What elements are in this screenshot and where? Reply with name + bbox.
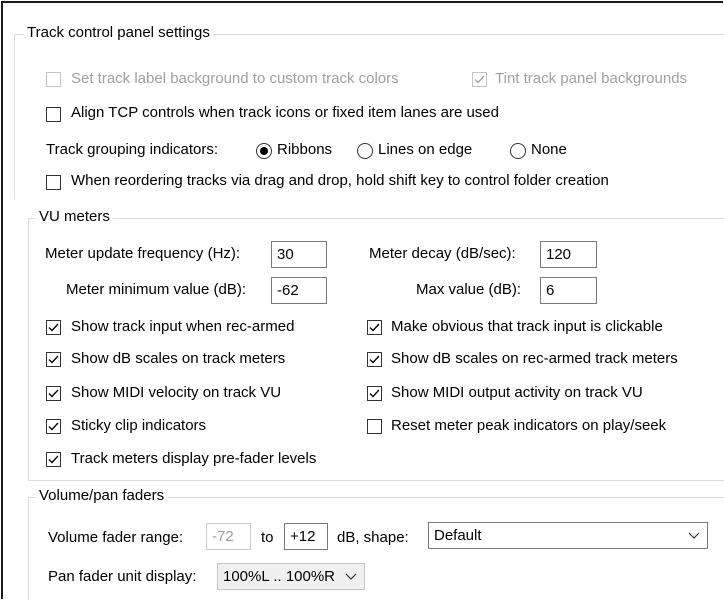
reorder-checkbox[interactable]: [46, 175, 61, 190]
decay-label: Meter decay (dB/sec):: [369, 245, 516, 262]
max-value-label: Max value (dB):: [416, 281, 522, 298]
vu-group-border-left: [28, 218, 29, 480]
max-value-input[interactable]: 6: [540, 277, 597, 304]
midi-output-label: Show MIDI output activity on track VU: [391, 384, 643, 401]
show-input-label: Show track input when rec-armed: [71, 318, 295, 335]
grouping-label: Track grouping indicators:: [46, 141, 219, 158]
decay-input[interactable]: 120: [540, 241, 597, 268]
db-scales-rec-checkbox[interactable]: [367, 352, 382, 367]
vol-group-title: Volume/pan faders: [36, 487, 168, 504]
tint-backgrounds-label: Tint track panel backgrounds: [495, 70, 688, 87]
midi-velocity-checkbox[interactable]: [46, 386, 61, 401]
pan-dropdown[interactable]: 100%L .. 100%R: [217, 563, 365, 590]
midi-velocity-label: Show MIDI velocity on track VU: [71, 384, 282, 401]
custom-colors-label: Set track label background to custom tra…: [71, 70, 399, 87]
chevron-down-icon: [688, 532, 700, 539]
db-scales-label: Show dB scales on track meters: [71, 350, 286, 367]
custom-colors-checkbox[interactable]: [46, 72, 61, 87]
checkmark-icon: [48, 422, 59, 431]
align-controls-label: Align TCP controls when track icons or f…: [71, 104, 499, 121]
align-controls-checkbox[interactable]: [46, 107, 61, 122]
range-label: Volume fader range:: [48, 529, 184, 546]
grouping-lines-label: Lines on edge: [378, 141, 473, 158]
sticky-clip-checkbox[interactable]: [46, 419, 61, 434]
checkmark-icon: [48, 455, 59, 464]
pan-label: Pan fader unit display:: [48, 568, 197, 585]
reorder-label: When reordering tracks via drag and drop…: [71, 172, 609, 189]
shape-label: dB, shape:: [337, 529, 409, 546]
vu-group-border: [28, 218, 724, 219]
min-value-input[interactable]: -62: [271, 277, 327, 304]
grouping-ribbons-label: Ribbons: [277, 141, 333, 158]
checkmark-icon: [369, 389, 380, 398]
shape-dropdown[interactable]: Default: [428, 522, 708, 549]
update-freq-input[interactable]: 30: [271, 241, 327, 268]
grouping-none-radio[interactable]: [510, 143, 526, 159]
reset-peak-label: Reset meter peak indicators on play/seek: [391, 417, 667, 434]
prefader-checkbox[interactable]: [46, 452, 61, 467]
chevron-down-icon: [345, 573, 357, 580]
preferences-panel: [1, 1, 723, 599]
range-max-input[interactable]: +12: [284, 523, 328, 550]
grouping-ribbons-radio[interactable]: [256, 143, 272, 159]
midi-output-checkbox[interactable]: [367, 386, 382, 401]
obvious-input-label: Make obvious that track input is clickab…: [391, 318, 663, 335]
checkmark-icon: [48, 355, 59, 364]
update-freq-label: Meter update frequency (Hz):: [45, 245, 241, 262]
checkmark-icon: [474, 75, 485, 84]
radio-dot: [260, 147, 268, 155]
vu-group-border-bottom: [28, 480, 724, 481]
reset-peak-checkbox[interactable]: [367, 419, 382, 434]
tint-backgrounds-checkbox[interactable]: [472, 72, 487, 87]
tcp-group-border-left: [14, 34, 15, 199]
db-scales-rec-label: Show dB scales on rec-armed track meters: [391, 350, 678, 367]
tcp-group-title: Track control panel settings: [24, 24, 213, 41]
grouping-none-label: None: [531, 141, 567, 158]
shape-value: Default: [434, 527, 482, 544]
range-to-label: to: [261, 529, 274, 546]
grouping-lines-radio[interactable]: [357, 143, 373, 159]
obvious-input-checkbox[interactable]: [367, 320, 382, 335]
checkmark-icon: [48, 389, 59, 398]
prefader-label: Track meters display pre-fader levels: [71, 450, 317, 467]
checkmark-icon: [48, 323, 59, 332]
sticky-clip-label: Sticky clip indicators: [71, 417, 207, 434]
pan-value: 100%L .. 100%R: [223, 568, 336, 585]
checkmark-icon: [369, 323, 380, 332]
vu-group-title: VU meters: [36, 208, 113, 225]
db-scales-checkbox[interactable]: [46, 352, 61, 367]
range-min-input[interactable]: -72: [206, 523, 251, 550]
checkmark-icon: [369, 355, 380, 364]
vol-group-border-left: [28, 497, 29, 600]
min-value-label: Meter minimum value (dB):: [66, 281, 247, 298]
show-input-checkbox[interactable]: [46, 320, 61, 335]
